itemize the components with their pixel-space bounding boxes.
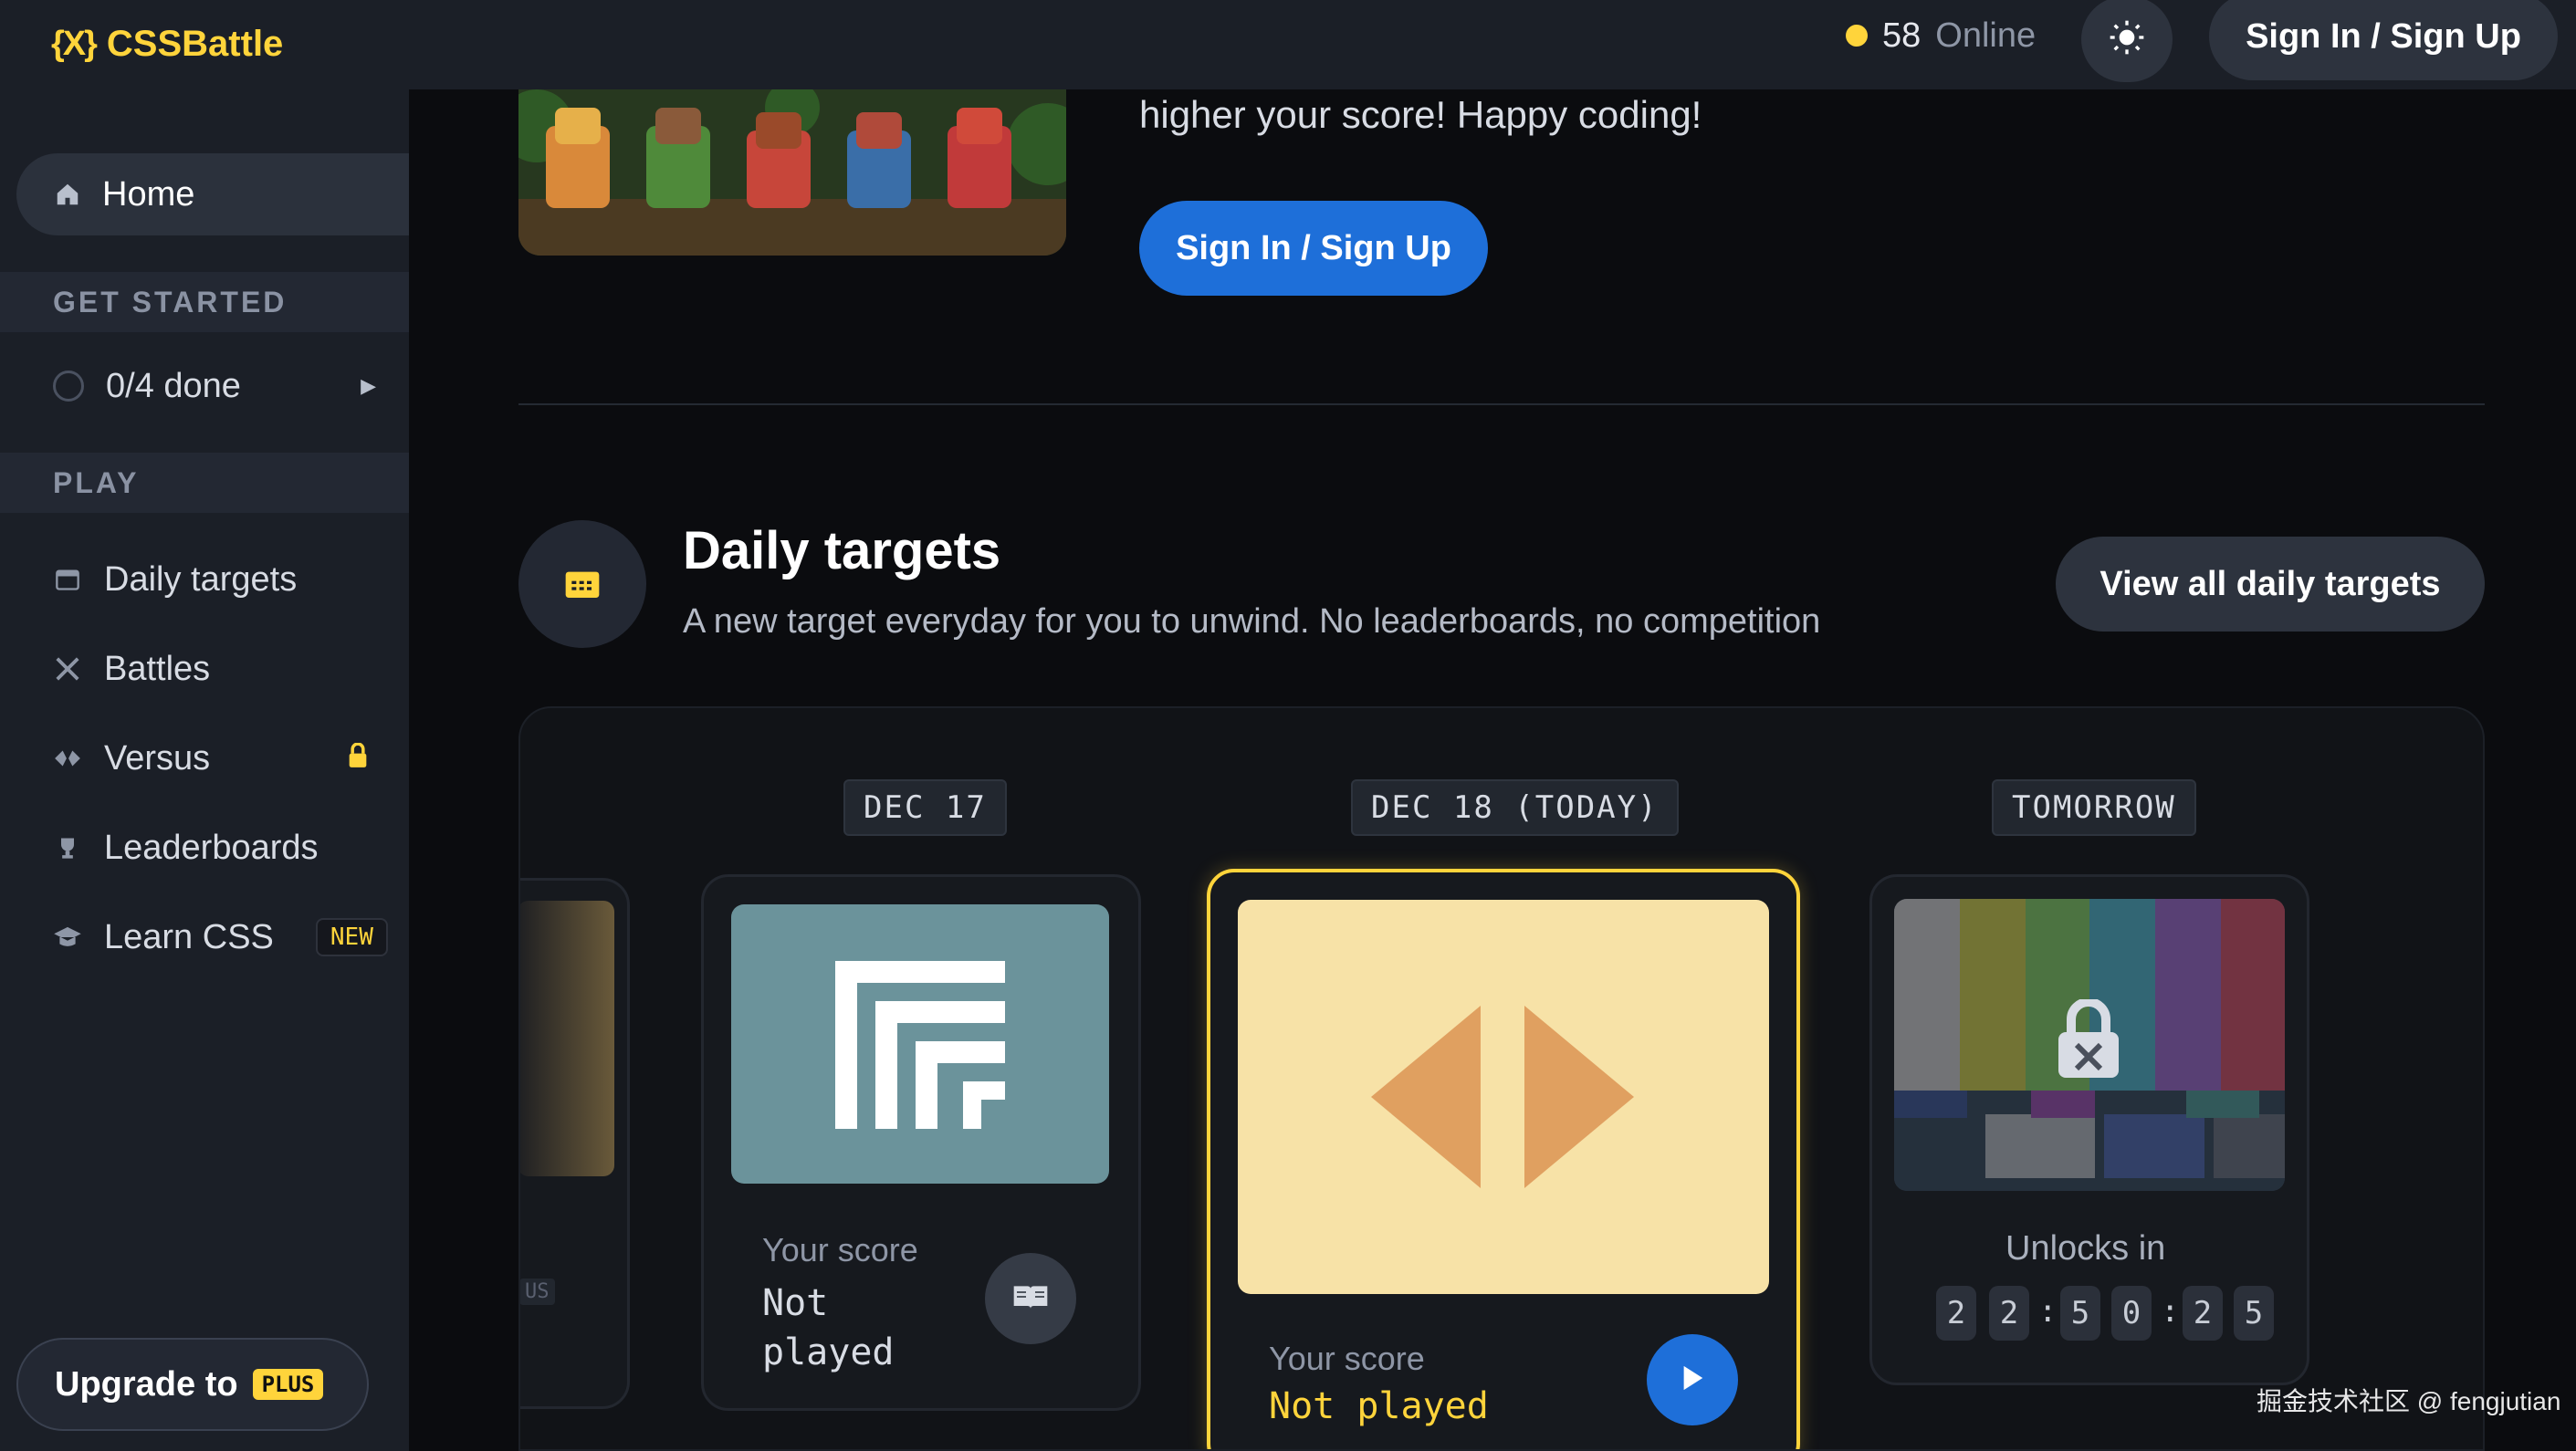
hero-text: higher your score! Happy coding! [1139, 93, 1702, 136]
swords-icon [53, 654, 82, 684]
sidebar-item-versus[interactable]: Versus [0, 717, 409, 799]
daily-targets-carousel: US DEC 17 Your score Not played DEC 18 (… [518, 706, 2485, 1451]
view-all-daily-targets-button[interactable]: View all daily targets [2056, 537, 2485, 632]
score-label: Your score [1269, 1340, 1425, 1377]
calendar-icon [53, 565, 82, 594]
section-title: Daily targets [683, 521, 1001, 580]
sidebar-item-label: Battles [104, 649, 211, 688]
score-value-line-2: played [762, 1331, 895, 1373]
theme-toggle-button[interactable] [2081, 0, 2173, 82]
watermark: 掘金技术社区 @ fengjutian [2257, 1387, 2561, 1415]
hero-sign-in-button[interactable]: Sign In / Sign Up [1139, 201, 1488, 296]
target-card-tomorrow: Unlocks in 2 2 : 5 0 : 2 5 [1869, 874, 2309, 1385]
score-value: Not played [1269, 1385, 1489, 1427]
upgrade-label: Upgrade to [55, 1364, 238, 1404]
logo-text: CSSBattle [106, 23, 284, 64]
sidebar-item-learn-css[interactable]: Learn CSS NEW [0, 896, 409, 978]
countdown-digit: 2 [1936, 1286, 1976, 1341]
sidebar-item-label: Home [102, 174, 195, 214]
new-badge: NEW [315, 918, 388, 956]
countdown-digit: 2 [1989, 1286, 2029, 1341]
logo[interactable]: {X} CSSBattle [51, 18, 283, 69]
previous-card-tag: US [520, 1279, 555, 1305]
sidebar-item-leaderboards[interactable]: Leaderboards [0, 807, 409, 889]
online-count: 58 [1882, 16, 1922, 55]
trophy-icon [53, 833, 82, 862]
date-tag-tomorrow: TOMORROW [1992, 779, 2196, 836]
logo-mark: {X} [51, 24, 98, 63]
score-label: Your score [762, 1231, 918, 1268]
home-icon [53, 180, 82, 209]
sidebar: {X} CSSBattle Home GET STARTED 0/4 done … [0, 0, 409, 1451]
versus-icon [53, 744, 82, 773]
lock-icon [347, 741, 369, 775]
sidebar-item-progress[interactable]: 0/4 done ▶ [0, 345, 409, 427]
countdown-separator: : [2161, 1293, 2180, 1330]
sun-icon [2109, 19, 2145, 60]
plus-badge: PLUS [252, 1369, 324, 1400]
sidebar-item-battles[interactable]: Battles [0, 628, 409, 710]
upgrade-button[interactable]: Upgrade to PLUS [16, 1338, 369, 1431]
previous-card-thumbnail [520, 901, 614, 1176]
caret-right-icon: ▶ [361, 374, 376, 397]
progress-ring-icon [53, 371, 84, 402]
target-card-dec-17[interactable]: Your score Not played [701, 874, 1141, 1411]
play-button[interactable] [1647, 1334, 1738, 1425]
countdown-digit: 5 [2234, 1286, 2274, 1341]
sidebar-item-home[interactable]: Home [16, 153, 409, 235]
score-value-line-1: Not [762, 1282, 829, 1324]
online-label: Online [1935, 16, 2037, 55]
online-dot-icon [1846, 25, 1868, 47]
divider [518, 403, 2485, 405]
sidebar-item-label: Daily targets [104, 559, 298, 599]
sidebar-item-label: Versus [104, 738, 211, 778]
countdown-separator: : [2038, 1293, 2058, 1330]
sidebar-item-label: Leaderboards [104, 828, 319, 867]
graduation-cap-icon [53, 923, 82, 952]
lock-icon [2055, 997, 2122, 1084]
section-subtitle: A new target everyday for you to unwind.… [683, 602, 1821, 641]
sidebar-item-daily-targets[interactable]: Daily targets [0, 538, 409, 621]
online-indicator: 58 Online [1846, 13, 2036, 58]
date-tag-dec-18-today: DEC 18 (TODAY) [1351, 779, 1679, 836]
locked-thumbnail [1894, 899, 2285, 1191]
previous-card-partial[interactable]: US [520, 878, 630, 1409]
book-icon [1012, 1282, 1049, 1316]
countdown-digit: 2 [2183, 1286, 2223, 1341]
play-icon [1680, 1364, 1705, 1396]
target-thumbnail [731, 904, 1109, 1184]
countdown-digit: 5 [2060, 1286, 2100, 1341]
target-card-today[interactable]: Your score Not played [1207, 869, 1800, 1449]
view-solution-button[interactable] [985, 1253, 1076, 1344]
daily-targets-icon [518, 520, 646, 648]
unlocks-in-label: Unlocks in [2005, 1229, 2166, 1268]
section-get-started: GET STARTED [0, 272, 409, 332]
date-tag-dec-17: DEC 17 [843, 779, 1007, 836]
section-play: PLAY [0, 453, 409, 513]
hero-illustration [518, 89, 1066, 256]
countdown-digit: 0 [2111, 1286, 2152, 1341]
target-thumbnail [1238, 900, 1769, 1294]
progress-label: 0/4 done [106, 366, 241, 405]
header-sign-in-button[interactable]: Sign In / Sign Up [2209, 0, 2558, 80]
sidebar-item-label: Learn CSS [104, 917, 274, 956]
